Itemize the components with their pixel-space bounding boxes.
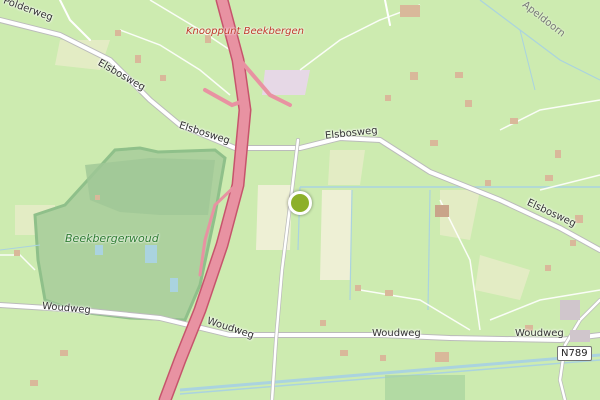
location-marker[interactable] — [288, 191, 312, 215]
road-label-woudweg: Woudweg — [372, 328, 421, 339]
park-strip — [385, 375, 465, 400]
junction-label: Knooppunt Beekbergen — [186, 26, 305, 37]
forest-label: Beekbergerwoud — [65, 232, 159, 245]
road-label-woudweg: Woudweg — [515, 328, 564, 339]
map-view[interactable]: Polderweg Elsbosweg Elsbosweg Elsbosweg … — [0, 0, 600, 400]
route-shield: N789 — [557, 346, 592, 361]
